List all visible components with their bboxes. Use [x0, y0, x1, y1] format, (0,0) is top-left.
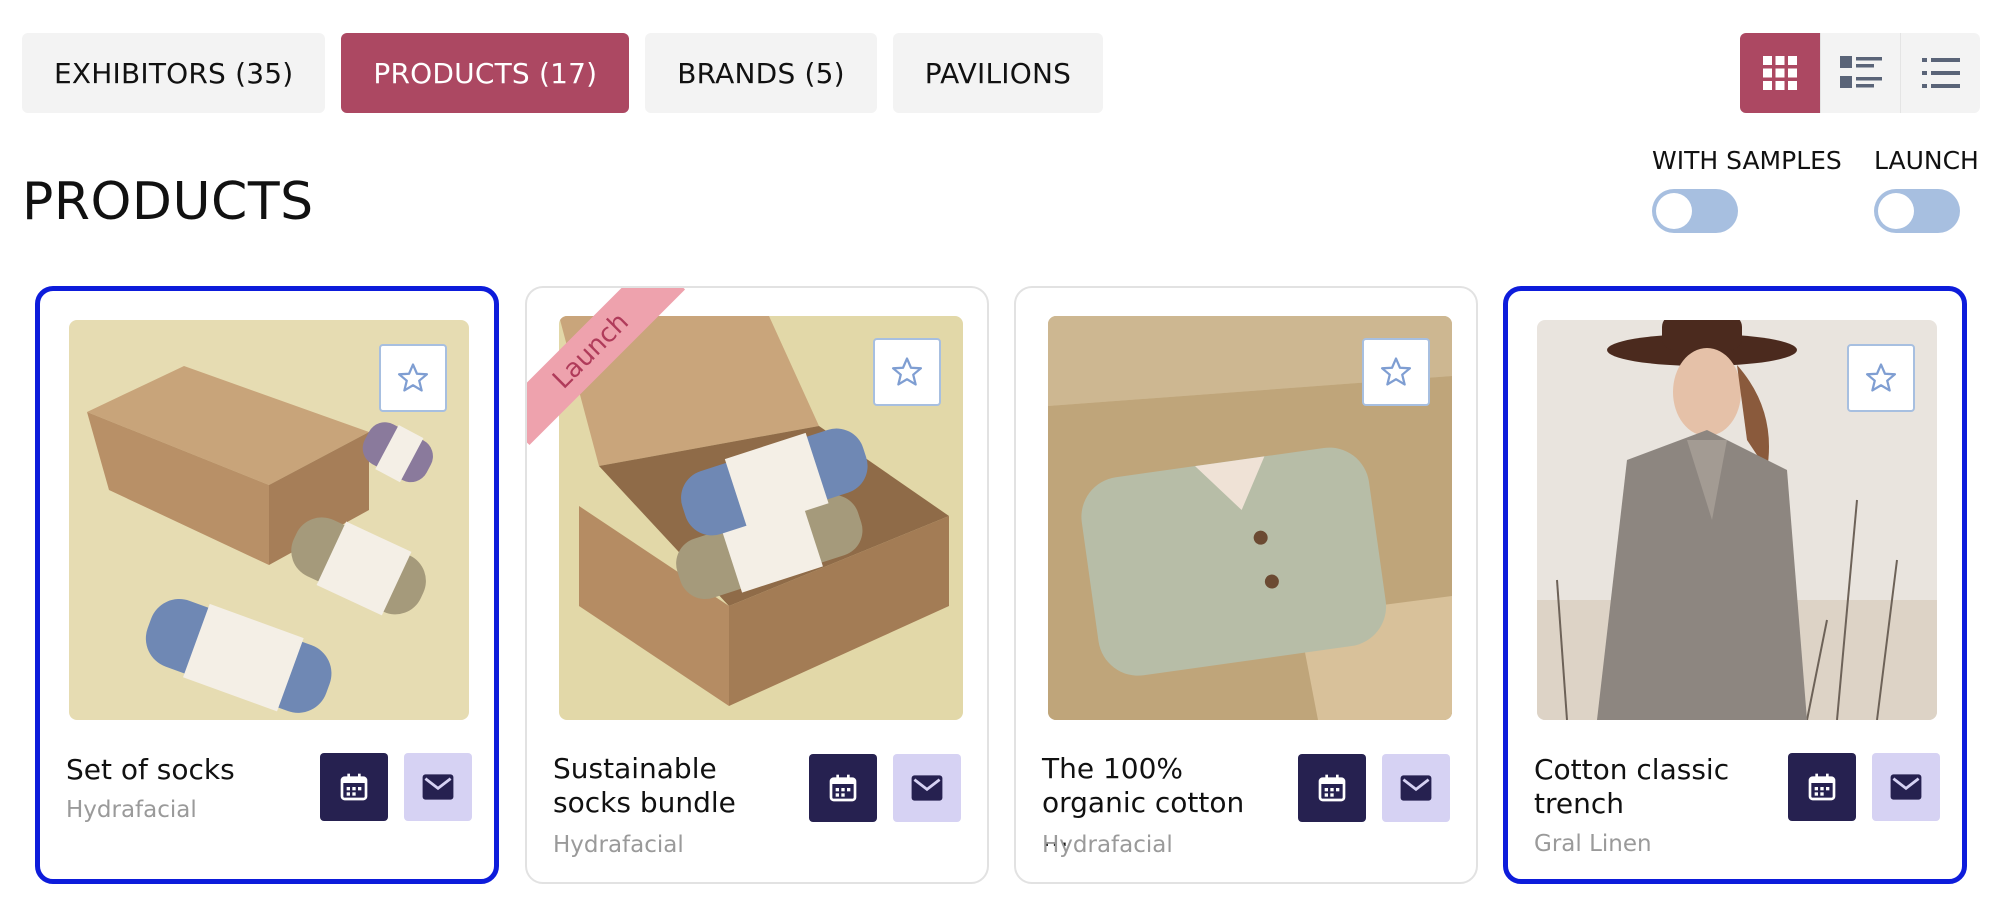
favorite-button[interactable] [379, 344, 447, 412]
schedule-meeting-button[interactable] [1788, 753, 1856, 821]
product-image[interactable] [69, 320, 469, 720]
product-card[interactable]: Launch Sustainable socks bundle Hydrafac… [525, 286, 989, 884]
send-message-button[interactable] [1382, 754, 1450, 822]
send-message-button[interactable] [404, 753, 472, 821]
list-view-icon [1921, 58, 1960, 88]
product-title[interactable]: Cotton classic trench [1534, 753, 1764, 821]
view-mode-toggle [1740, 33, 1980, 113]
category-tabs: EXHIBITORS (35) PRODUCTS (17) BRANDS (5)… [22, 33, 1104, 113]
launch-label: LAUNCH [1874, 146, 1979, 175]
schedule-meeting-button[interactable] [320, 753, 388, 821]
calendar-icon [1318, 774, 1346, 802]
favorite-button[interactable] [873, 338, 941, 406]
calendar-icon [1808, 773, 1836, 801]
with-samples-label: WITH SAMPLES [1652, 146, 1842, 175]
tab-exhibitors[interactable]: EXHIBITORS (35) [22, 33, 326, 113]
with-samples-toggle[interactable] [1652, 189, 1738, 233]
detailed-list-view-button[interactable] [1820, 33, 1900, 113]
star-icon [1865, 363, 1897, 392]
mail-icon [1890, 774, 1922, 800]
schedule-meeting-button[interactable] [809, 754, 877, 822]
product-image[interactable] [1048, 316, 1452, 720]
list-view-button[interactable] [1900, 33, 1980, 113]
launch-toggle[interactable] [1874, 189, 1960, 233]
favorite-button[interactable] [1362, 338, 1430, 406]
product-card[interactable]: Set of socks Hydrafacial [35, 286, 499, 884]
favorite-button[interactable] [1847, 344, 1915, 412]
toggle-knob [1656, 193, 1692, 229]
product-brand[interactable]: Hydrafacial [66, 797, 197, 823]
send-message-button[interactable] [893, 754, 961, 822]
grid-view-icon [1763, 56, 1797, 90]
product-title[interactable]: Set of socks [66, 753, 296, 787]
product-brand[interactable]: Hydrafacial [1042, 832, 1173, 858]
tab-pavilions[interactable]: PAVILIONS [892, 33, 1104, 113]
product-image[interactable] [559, 316, 963, 720]
calendar-icon [829, 774, 857, 802]
product-brand[interactable]: Gral Linen [1534, 831, 1652, 857]
launch-filter: LAUNCH [1874, 146, 1979, 233]
send-message-button[interactable] [1872, 753, 1940, 821]
star-icon [891, 357, 923, 386]
mail-icon [911, 775, 943, 801]
with-samples-filter: WITH SAMPLES [1652, 146, 1842, 233]
star-icon [397, 363, 429, 392]
mail-icon [1400, 775, 1432, 801]
detailed-list-view-icon [1839, 56, 1882, 88]
tab-brands[interactable]: BRANDS (5) [645, 33, 877, 113]
product-brand[interactable]: Hydrafacial [553, 832, 684, 858]
product-card[interactable]: Cotton classic trench Gral Linen [1503, 286, 1967, 884]
page-title: PRODUCTS [22, 172, 314, 232]
tab-products[interactable]: PRODUCTS (17) [341, 33, 630, 113]
star-icon [1380, 357, 1412, 386]
product-card[interactable]: The 100% organic cotton ... Hydrafacial [1014, 286, 1478, 884]
product-image[interactable] [1537, 320, 1937, 720]
product-title[interactable]: Sustainable socks bundle [553, 752, 783, 820]
calendar-icon [340, 773, 368, 801]
mail-icon [422, 774, 454, 800]
toggle-knob [1878, 193, 1914, 229]
grid-view-button[interactable] [1740, 33, 1820, 113]
schedule-meeting-button[interactable] [1298, 754, 1366, 822]
